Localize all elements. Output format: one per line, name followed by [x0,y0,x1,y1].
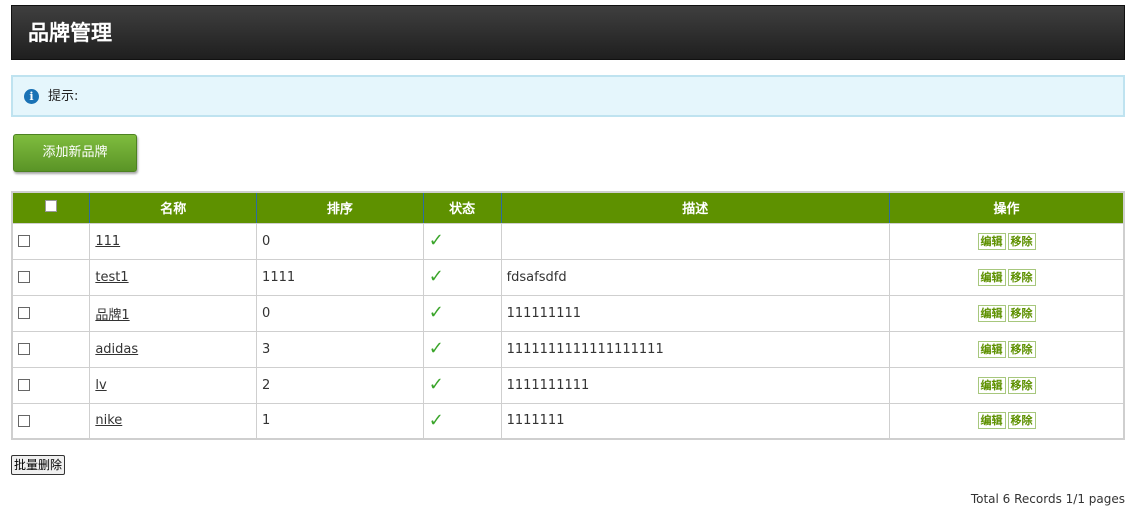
brand-name-cell: test1 [89,258,258,296]
edit-button[interactable]: 编辑 [977,376,1006,394]
check-icon[interactable]: ✓ [429,230,444,251]
row-checkbox[interactable] [18,343,30,355]
column-header-description: 描述 [500,192,890,224]
description-cell: 1111111111 [500,366,891,404]
edit-button[interactable]: 编辑 [977,268,1006,286]
check-icon[interactable]: ✓ [429,374,444,395]
check-icon[interactable]: ✓ [429,338,444,359]
table-row: test1 1111 ✓ fdsafsdfd 编辑 移除 [11,258,1125,296]
actions-cell: 编辑 移除 [889,330,1125,368]
remove-button[interactable]: 移除 [1007,268,1036,286]
column-header-name: 名称 [89,192,257,224]
description-cell: 1111111 [500,402,891,440]
table-header-row: 名称 排序 状态 描述 操作 [12,192,1124,224]
status-cell: ✓ [422,258,502,296]
column-header-actions: 操作 [889,192,1124,224]
notice-box: i 提示: [11,75,1125,117]
status-cell: ✓ [422,222,502,260]
brand-name-cell: adidas [89,330,258,368]
remove-button[interactable]: 移除 [1007,232,1036,250]
check-icon[interactable]: ✓ [429,302,444,323]
row-select-cell [11,294,91,332]
remove-button[interactable]: 移除 [1007,376,1036,394]
column-header-sort: 排序 [256,192,424,224]
description-cell: fdsafsdfd [500,258,891,296]
select-all-checkbox[interactable] [45,199,58,212]
remove-button[interactable]: 移除 [1007,340,1036,358]
actions-cell: 编辑 移除 [889,222,1125,260]
row-select-cell [11,222,91,260]
edit-button[interactable]: 编辑 [977,232,1006,250]
brand-name-link[interactable]: 品牌1 [95,308,129,323]
sort-cell: 0 [256,222,424,260]
sort-cell: 1 [256,402,424,440]
remove-button[interactable]: 移除 [1007,304,1036,322]
row-select-cell [11,258,91,296]
pagination-info: Total 6 Records 1/1 pages [970,492,1125,506]
edit-button[interactable]: 编辑 [977,304,1006,322]
actions-cell: 编辑 移除 [889,258,1125,296]
table-row: 111 0 ✓ 编辑 移除 [11,222,1125,260]
check-icon[interactable]: ✓ [429,266,444,287]
description-cell: 1111111111111111111 [500,330,891,368]
select-all-header[interactable] [12,192,90,224]
remove-button[interactable]: 移除 [1007,412,1036,430]
actions-cell: 编辑 移除 [889,402,1125,440]
actions-cell: 编辑 移除 [889,366,1125,404]
table-row: 品牌1 0 ✓ 111111111 编辑 移除 [11,294,1125,332]
check-icon[interactable]: ✓ [429,410,444,431]
add-brand-button[interactable]: 添加新品牌 [13,134,137,172]
brand-name-link[interactable]: nike [95,413,122,428]
row-select-cell [11,402,91,440]
brand-name-cell: 111 [89,222,258,260]
sort-cell: 3 [256,330,424,368]
status-cell: ✓ [422,330,502,368]
brand-name-cell: 品牌1 [89,294,258,332]
notice-text: 提示: [48,89,79,104]
brand-name-cell: lv [89,366,258,404]
brand-name-link[interactable]: test1 [95,270,128,285]
status-cell: ✓ [422,294,502,332]
sort-cell: 0 [256,294,424,332]
sort-cell: 1111 [256,258,424,296]
sort-cell: 2 [256,366,424,404]
page-title: 品牌管理 [28,21,112,45]
edit-button[interactable]: 编辑 [977,412,1006,430]
table-row: lv 2 ✓ 1111111111 编辑 移除 [11,366,1125,404]
status-cell: ✓ [422,366,502,404]
column-header-status: 状态 [422,192,502,224]
row-checkbox[interactable] [18,271,30,283]
brand-name-link[interactable]: adidas [95,342,138,357]
brand-table: 名称 排序 状态 描述 操作 111 0 ✓ 编辑 移除 test1 1111 ✓… [11,191,1125,440]
table-row: adidas 3 ✓ 1111111111111111111 编辑 移除 [11,330,1125,368]
row-checkbox[interactable] [18,235,30,247]
row-checkbox[interactable] [18,307,30,319]
brand-name-cell: nike [89,402,258,440]
actions-cell: 编辑 移除 [889,294,1125,332]
description-cell [500,222,891,260]
status-cell: ✓ [422,402,502,440]
row-checkbox[interactable] [18,414,30,427]
info-icon: i [24,89,39,104]
page-header: 品牌管理 [11,5,1125,60]
description-cell: 111111111 [500,294,891,332]
batch-delete-button[interactable]: 批量删除 [11,455,66,475]
row-select-cell [11,366,91,404]
row-select-cell [11,330,91,368]
brand-name-link[interactable]: 111 [95,234,120,249]
row-checkbox[interactable] [18,379,30,391]
brand-name-link[interactable]: lv [95,378,106,393]
edit-button[interactable]: 编辑 [977,340,1006,358]
table-row: nike 1 ✓ 1111111 编辑 移除 [11,402,1125,440]
